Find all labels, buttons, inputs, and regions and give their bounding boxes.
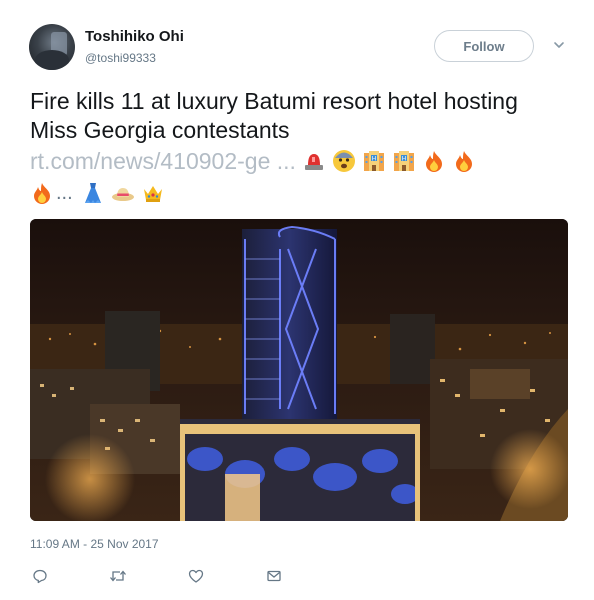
fire-emoji xyxy=(30,181,54,205)
dress-emoji xyxy=(81,181,105,205)
police-light-emoji xyxy=(302,149,326,173)
crown-emoji xyxy=(141,181,165,205)
fire-emoji xyxy=(422,149,446,173)
hotel-emoji: H xyxy=(392,149,416,173)
chevron-down-icon[interactable] xyxy=(552,38,566,52)
user-handle[interactable]: @toshi99333 xyxy=(85,51,156,65)
tweet-card: Toshihiko Ohi @toshi99333 Follow Fire ki… xyxy=(0,0,594,600)
avatar[interactable] xyxy=(29,24,75,70)
night-city-hotel-image xyxy=(30,219,568,521)
display-name[interactable]: Toshihiko Ohi xyxy=(85,28,184,45)
tweet-actions xyxy=(30,566,342,586)
direct-message-icon[interactable] xyxy=(264,567,284,585)
hat-emoji xyxy=(111,181,135,205)
hotel-emoji: H xyxy=(362,149,386,173)
follow-button[interactable]: Follow xyxy=(434,30,534,62)
tweet-link[interactable]: rt.com/news/410902-ge ... xyxy=(30,148,296,175)
tweet-photo[interactable] xyxy=(30,219,568,521)
retweet-icon[interactable] xyxy=(108,567,128,585)
svg-text:H: H xyxy=(402,156,407,163)
fearful-face-emoji xyxy=(332,149,356,173)
ellipsis: ... xyxy=(56,181,73,204)
like-icon[interactable] xyxy=(186,567,206,585)
tweet-timestamp[interactable]: 11:09 AM - 25 Nov 2017 xyxy=(30,537,159,551)
reply-icon[interactable] xyxy=(30,567,50,585)
svg-text:H: H xyxy=(372,156,377,163)
tweet-emoji-line: ... xyxy=(30,178,165,208)
fire-emoji xyxy=(452,149,476,173)
tweet-link-line: rt.com/news/410902-ge ... H H xyxy=(30,146,476,176)
tweet-text: Fire kills 11 at luxury Batumi resort ho… xyxy=(30,88,518,143)
